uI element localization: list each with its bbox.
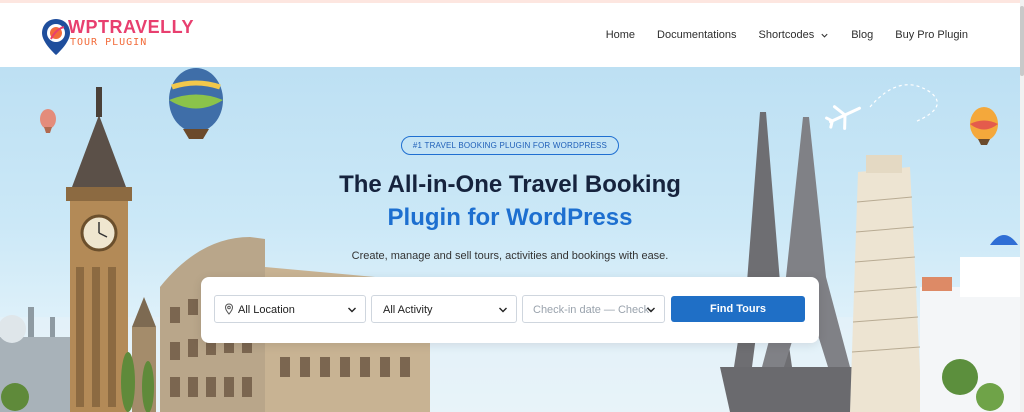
nav-shortcodes-label: Shortcodes (758, 29, 815, 41)
big-ben-tower (66, 87, 132, 412)
activity-select[interactable]: All Activity (371, 295, 517, 323)
hero-title-line1: The All-in-One Travel Booking (339, 171, 681, 198)
main-nav: Home Documentations Shortcodes Blog Buy … (584, 3, 968, 67)
hero-landmarks-illustration (0, 68, 1020, 412)
nav-home[interactable]: Home (606, 29, 635, 41)
find-tours-button[interactable]: Find Tours (671, 296, 805, 322)
hot-air-balloon (169, 68, 223, 139)
location-select[interactable]: All Location (214, 295, 366, 323)
hero-badge: #1 TRAVEL BOOKING PLUGIN FOR WORDPRESS (401, 136, 619, 155)
site-header: WPTRAVELLY TOUR PLUGIN Home Documentatio… (0, 3, 1020, 67)
tour-search-bar: All Location All Activity Check-in date … (201, 277, 819, 343)
location-pin-icon (224, 303, 234, 315)
hero-title-line2: Plugin for WordPress (387, 204, 633, 231)
nav-blog[interactable]: Blog (851, 29, 873, 41)
brand-tagline: TOUR PLUGIN (70, 37, 148, 48)
date-range-select[interactable]: Check-in date — Check- (522, 295, 665, 323)
small-balloon-left (40, 109, 56, 133)
hero-section: #1 TRAVEL BOOKING PLUGIN FOR WORDPRESS T… (0, 67, 1020, 412)
date-range-placeholder: Check-in date — Check- (533, 304, 653, 316)
airplane-icon (825, 105, 862, 130)
scrollbar-thumb[interactable] (1020, 6, 1024, 76)
page-scrollbar[interactable] (1020, 0, 1024, 412)
chevron-down-icon (499, 307, 507, 313)
chevron-down-icon (348, 307, 356, 313)
location-select-value: All Location (238, 304, 295, 316)
site-logo[interactable]: WPTRAVELLY TOUR PLUGIN (40, 15, 200, 59)
hero-subtitle: Create, manage and sell tours, activitie… (351, 250, 669, 262)
chevron-down-icon (647, 307, 655, 313)
chevron-down-icon (821, 33, 828, 38)
small-balloon-right (970, 107, 998, 145)
leaning-tower-of-pisa (850, 155, 922, 412)
activity-select-value: All Activity (383, 304, 433, 316)
brand-name: WPTRAVELLY (68, 17, 195, 37)
nav-shortcodes[interactable]: Shortcodes (759, 29, 830, 41)
nav-buy-pro[interactable]: Buy Pro Plugin (895, 29, 968, 41)
nav-documentations[interactable]: Documentations (657, 29, 737, 41)
santorini-houses (920, 235, 1020, 412)
